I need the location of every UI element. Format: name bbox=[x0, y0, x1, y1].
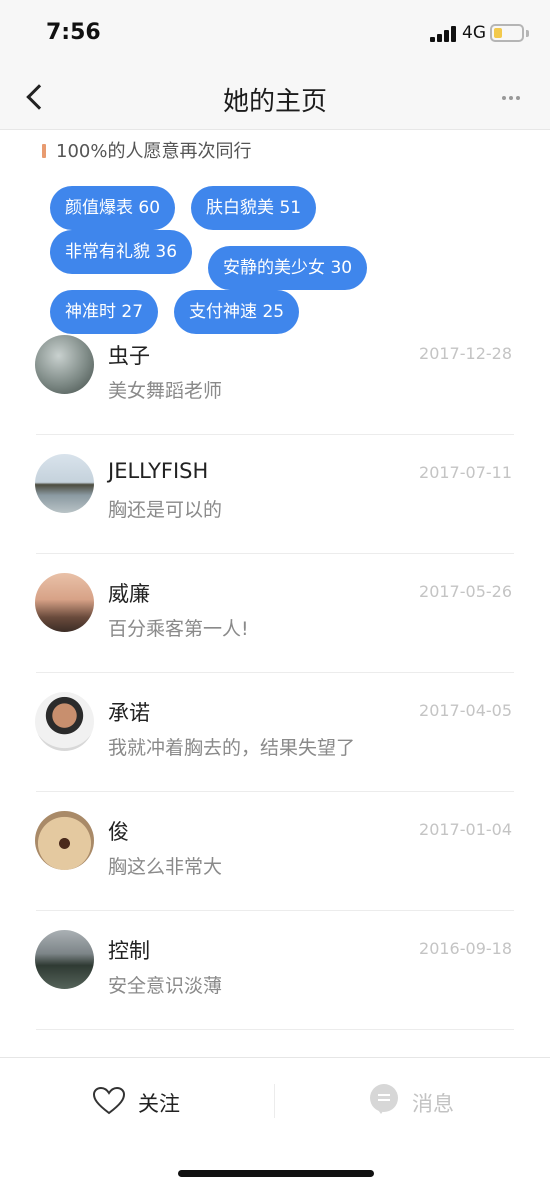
comment-text: 我就冲着胸去的，结果失望了 bbox=[108, 737, 356, 759]
avatar[interactable] bbox=[35, 692, 94, 751]
avatar[interactable] bbox=[35, 573, 94, 632]
comment-text: 安全意识淡薄 bbox=[108, 975, 223, 997]
message-label: 消息 bbox=[412, 1092, 454, 1116]
avatar[interactable] bbox=[35, 811, 94, 870]
bottom-action-bar: 关注 消息 bbox=[0, 1057, 550, 1189]
divider bbox=[36, 1029, 514, 1030]
comment-date: 2017-12-28 bbox=[419, 344, 512, 363]
comment-date: 2017-01-04 bbox=[419, 820, 512, 839]
status-time: 7:56 bbox=[46, 20, 101, 45]
accent-bar bbox=[42, 144, 46, 158]
comment-text: 美女舞蹈老师 bbox=[108, 380, 223, 402]
avatar[interactable] bbox=[35, 930, 94, 989]
divider bbox=[274, 1084, 275, 1118]
home-indicator[interactable] bbox=[178, 1170, 374, 1177]
network-label: 4G bbox=[462, 23, 486, 43]
commenter-name: 虫子 bbox=[108, 344, 150, 368]
comment-list: 虫子 2017-12-28 美女舞蹈老师 JELLYFISH 2017-07-1… bbox=[0, 316, 550, 1030]
commenter-name: 承诺 bbox=[108, 701, 150, 725]
commenter-name: 控制 bbox=[108, 939, 150, 963]
tag-chip: 安静的美少女 30 bbox=[208, 246, 368, 290]
comment-date: 2016-09-18 bbox=[419, 939, 512, 958]
status-bar: 7:56 4G bbox=[0, 0, 550, 66]
comment-date: 2017-05-26 bbox=[419, 582, 512, 601]
recommend-rate: 100%的人愿意再次同行 bbox=[42, 137, 251, 163]
comment-date: 2017-04-05 bbox=[419, 701, 512, 720]
more-dots-icon[interactable] bbox=[502, 96, 520, 100]
list-item[interactable]: 虫子 2017-12-28 美女舞蹈老师 bbox=[0, 316, 550, 435]
commenter-name: JELLYFISH bbox=[108, 459, 209, 483]
tag-chip: 肤白貌美 51 bbox=[191, 186, 317, 230]
battery-tip bbox=[526, 30, 529, 37]
commenter-name: 俊 bbox=[108, 820, 129, 844]
battery-icon bbox=[490, 24, 524, 42]
avatar[interactable] bbox=[35, 335, 94, 394]
comment-text: 胸这么非常大 bbox=[108, 856, 223, 878]
comment-text: 胸还是可以的 bbox=[108, 499, 223, 521]
tag-chip: 非常有礼貌 36 bbox=[50, 230, 193, 274]
list-item[interactable]: 威廉 2017-05-26 百分乘客第一人! bbox=[0, 554, 550, 673]
commenter-name: 威廉 bbox=[108, 582, 150, 606]
nav-bar: 她的主页 bbox=[0, 66, 550, 130]
avatar[interactable] bbox=[35, 454, 94, 513]
list-item[interactable]: 承诺 2017-04-05 我就冲着胸去的，结果失望了 bbox=[0, 673, 550, 792]
tag-row: 颜值爆表 60 肤白貌美 51 非常有礼貌 36 bbox=[50, 186, 490, 274]
follow-label: 关注 bbox=[138, 1092, 180, 1116]
tag-chip: 颜值爆表 60 bbox=[50, 186, 176, 230]
recommend-text: 100%的人愿意再次同行 bbox=[56, 141, 252, 162]
comment-text: 百分乘客第一人! bbox=[108, 618, 249, 640]
signal-icon bbox=[430, 26, 456, 42]
page-title: 她的主页 bbox=[222, 87, 327, 117]
chat-bubble-icon bbox=[370, 1084, 398, 1114]
comment-date: 2017-07-11 bbox=[419, 463, 512, 482]
tag-cloud: 颜值爆表 60 肤白貌美 51 非常有礼貌 36 安静的美少女 30 神准时 2… bbox=[50, 186, 490, 334]
list-item[interactable]: 俊 2017-01-04 胸这么非常大 bbox=[0, 792, 550, 911]
heart-icon bbox=[92, 1086, 126, 1115]
list-item[interactable]: 控制 2016-09-18 安全意识淡薄 bbox=[0, 911, 550, 1030]
list-item[interactable]: JELLYFISH 2017-07-11 胸还是可以的 bbox=[0, 435, 550, 554]
